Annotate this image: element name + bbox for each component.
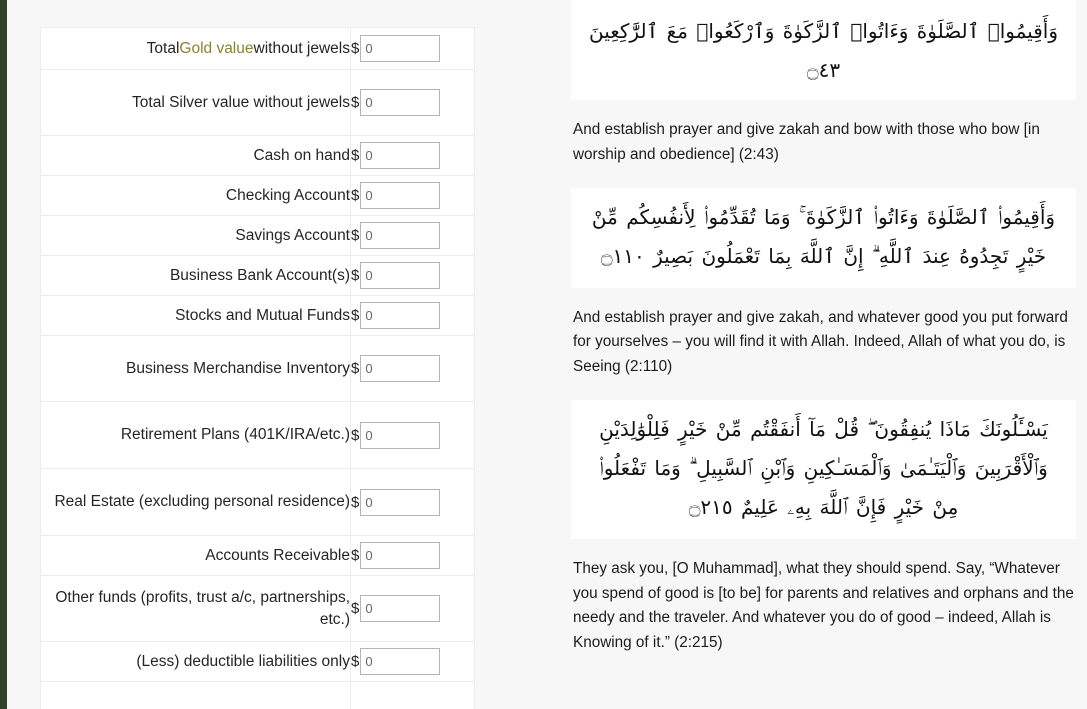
table-row: Retirement Plans (401K/IRA/etc.) $ [40, 401, 475, 469]
zakat-assets-table: TotalGold valuewithout jewels $ Total Si… [40, 27, 475, 709]
translation-text-2-43: And establish prayer and give zakah and … [573, 121, 1040, 163]
row-label-checking-account: Checking Account [40, 175, 351, 216]
currency-symbol-icon: $ [351, 40, 360, 57]
currency-symbol-icon: $ [351, 94, 360, 111]
row-input-cell: $ [350, 335, 475, 402]
page-left-edge-accent-bar [0, 0, 7, 709]
row-label-less-deductible-liabilities: (Less) deductible liabilities only [40, 641, 351, 682]
amount-input-stocks-and-mutual-funds[interactable] [360, 302, 441, 329]
amount-input-savings-account[interactable] [360, 222, 441, 249]
table-row: Savings Account $ [40, 215, 475, 256]
row-input-cell: $ [350, 69, 475, 136]
currency-symbol-icon: $ [351, 493, 360, 511]
row-label-total-silver-value: Total Silver value without jewels [40, 69, 351, 136]
table-row: Business Merchandise Inventory $ [40, 335, 475, 402]
currency-symbol-icon: $ [351, 653, 360, 670]
row-label-total-gold-value: TotalGold valuewithout jewels [40, 27, 351, 70]
amount-input-business-merchandise-inventory[interactable] [360, 355, 441, 382]
translation-text-2-215: They ask you, [O Muhammad], what they sh… [573, 559, 1074, 652]
table-row-partial [40, 681, 475, 709]
row-label-real-estate: Real Estate (excluding personal residenc… [40, 468, 351, 536]
currency-symbol-icon: $ [351, 227, 360, 244]
row-input-cell: $ [350, 295, 475, 336]
quran-verses-panel: وَأَقِيمُوا۟ ٱلصَّلَوٰةَ وَءَاتُوا۟ ٱلزَ… [571, 0, 1076, 676]
table-row: (Less) deductible liabilities only $ [40, 641, 475, 682]
row-label-cash-on-hand: Cash on hand [40, 135, 351, 176]
amount-input-retirement-plans[interactable] [360, 421, 441, 449]
row-label-empty [40, 681, 351, 709]
arabic-verse-text-2-110: وَأَقِيمُوا۟ ٱلصَّلَوٰةَ وَءَاتُوا۟ ٱلزَ… [571, 187, 1076, 288]
row-label-stocks-and-mutual-funds: Stocks and Mutual Funds [40, 295, 351, 336]
table-row: Other funds (profits, trust a/c, partner… [40, 575, 475, 642]
row-input-cell: $ [350, 27, 475, 70]
table-row: Checking Account $ [40, 175, 475, 216]
currency-symbol-icon: $ [351, 187, 360, 204]
row-label-prefix: Total [146, 39, 180, 57]
currency-symbol-icon: $ [351, 147, 360, 164]
row-input-cell: $ [350, 535, 475, 576]
row-input-cell: $ [350, 255, 475, 296]
table-row: Cash on hand $ [40, 135, 475, 176]
row-label-accent-gold-value: Gold value [179, 39, 254, 57]
currency-symbol-icon: $ [351, 307, 360, 324]
row-input-cell: $ [350, 135, 475, 176]
row-label-savings-account: Savings Account [40, 215, 351, 256]
currency-symbol-icon: $ [351, 600, 360, 617]
table-row: Real Estate (excluding personal residenc… [40, 468, 475, 536]
arabic-verse-text-2-215: يَسْـَٔلُونَكَ مَاذَا يُنفِقُونَ ۖ قُلْ … [571, 399, 1076, 539]
row-label-business-bank-accounts: Business Bank Account(s) [40, 255, 351, 296]
table-row: TotalGold valuewithout jewels $ [40, 27, 475, 70]
row-label-other-funds: Other funds (profits, trust a/c, partner… [40, 575, 351, 642]
amount-input-total-silver-value[interactable] [360, 89, 441, 116]
page-root: TotalGold valuewithout jewels $ Total Si… [0, 0, 1087, 709]
zakat-calculator-panel: TotalGold valuewithout jewels $ Total Si… [40, 27, 475, 709]
amount-input-cash-on-hand[interactable] [360, 142, 441, 169]
currency-symbol-icon: $ [351, 547, 360, 564]
amount-input-accounts-receivable[interactable] [360, 542, 441, 569]
row-input-cell: $ [350, 575, 475, 642]
table-row: Business Bank Account(s) $ [40, 255, 475, 296]
table-row: Accounts Receivable $ [40, 535, 475, 576]
table-row: Stocks and Mutual Funds $ [40, 295, 475, 336]
row-label-business-merchandise-inventory: Business Merchandise Inventory [40, 335, 351, 402]
verse-block-2-215: يَسْـَٔلُونَكَ مَاذَا يُنفِقُونَ ۖ قُلْ … [571, 399, 1076, 676]
amount-input-checking-account[interactable] [360, 182, 441, 209]
amount-input-other-funds[interactable] [360, 595, 441, 622]
row-label-retirement-plans: Retirement Plans (401K/IRA/etc.) [40, 401, 351, 469]
zakat-assets-table-body: TotalGold valuewithout jewels $ Total Si… [40, 27, 475, 709]
arabic-verse-text-2-43: وَأَقِيمُوا۟ ٱلصَّلَوٰةَ وَءَاتُوا۟ ٱلزَ… [571, 0, 1076, 100]
amount-input-total-gold-value[interactable] [360, 35, 441, 62]
amount-input-business-bank-accounts[interactable] [360, 262, 441, 289]
row-input-cell: $ [350, 468, 475, 536]
currency-symbol-icon: $ [351, 267, 360, 284]
amount-input-real-estate[interactable] [360, 488, 441, 516]
row-input-cell: $ [350, 641, 475, 682]
row-input-cell-empty [350, 681, 475, 709]
table-row: Total Silver value without jewels $ [40, 69, 475, 136]
row-input-cell: $ [350, 215, 475, 256]
translation-text-2-110: And establish prayer and give zakah, and… [573, 308, 1068, 376]
row-input-cell: $ [350, 175, 475, 216]
verse-block-2-43: وَأَقِيمُوا۟ ٱلصَّلَوٰةَ وَءَاتُوا۟ ٱلزَ… [571, 0, 1076, 188]
verse-block-2-110: وَأَقِيمُوا۟ ٱلصَّلَوٰةَ وَءَاتُوا۟ ٱلزَ… [571, 187, 1076, 400]
amount-input-less-deductible-liabilities[interactable] [360, 648, 441, 675]
currency-symbol-icon: $ [351, 426, 360, 444]
row-input-cell: $ [350, 401, 475, 469]
currency-symbol-icon: $ [351, 360, 360, 377]
row-label-accounts-receivable: Accounts Receivable [40, 535, 351, 576]
row-label-suffix: without jewels [253, 39, 351, 57]
